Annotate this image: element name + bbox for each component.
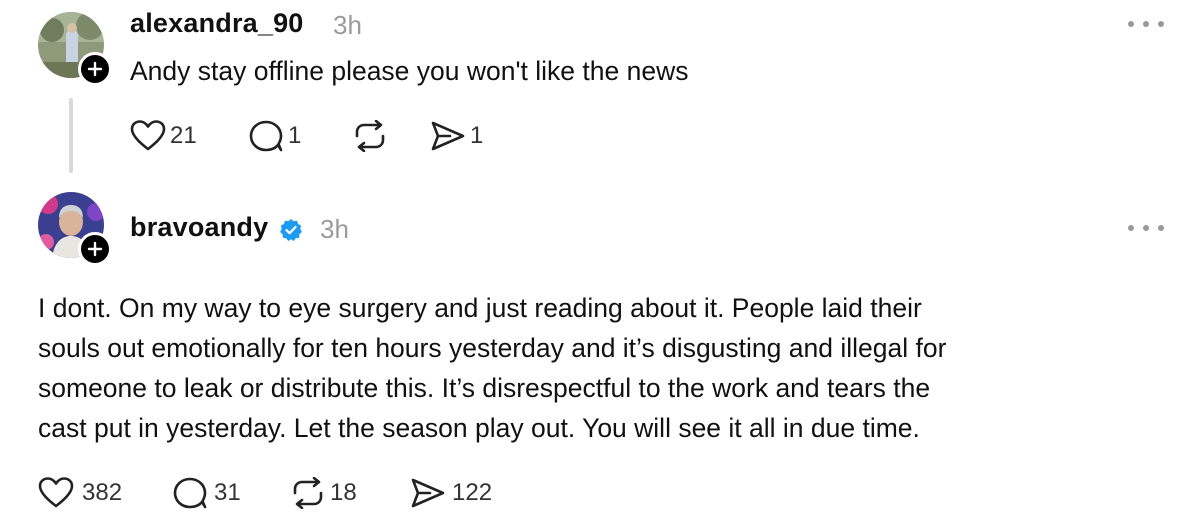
share-count: 122 <box>452 479 493 506</box>
avatar-wrap[interactable] <box>38 12 112 86</box>
repost-button[interactable]: 18 <box>290 477 357 509</box>
repost-button[interactable] <box>352 120 388 152</box>
send-icon <box>431 121 465 151</box>
follow-button[interactable] <box>78 52 112 86</box>
post-text-line: cast put in yesterday. Let the season pl… <box>38 413 920 443</box>
more-dot <box>1158 225 1164 231</box>
timestamp[interactable]: 3h <box>320 214 349 245</box>
more-dot <box>1143 225 1149 231</box>
share-button[interactable]: 1 <box>430 120 483 152</box>
more-options-button[interactable] <box>1128 222 1164 234</box>
main-post: bravoandy 3h I dont. On my way to eye su… <box>0 180 1200 524</box>
username[interactable]: alexandra_90 <box>130 8 304 39</box>
post-text-line: souls out emotionally for ten hours yest… <box>38 333 947 363</box>
repost-icon <box>355 120 385 152</box>
follow-button[interactable] <box>78 232 112 266</box>
like-button[interactable]: 21 <box>130 120 197 152</box>
like-count: 21 <box>170 122 197 149</box>
verified-badge-icon <box>280 219 302 241</box>
share-button[interactable]: 122 <box>410 477 492 509</box>
heart-icon <box>38 477 74 508</box>
more-dot <box>1158 21 1164 27</box>
post-text: Andy stay offline please you won't like … <box>130 56 689 86</box>
reply-button[interactable]: 31 <box>172 476 241 510</box>
thread-line <box>69 98 73 173</box>
plus-icon <box>87 241 103 257</box>
repost-icon <box>293 477 323 509</box>
send-icon <box>411 478 445 508</box>
more-options-button[interactable] <box>1128 18 1164 30</box>
more-dot <box>1143 21 1149 27</box>
like-count: 382 <box>82 479 123 506</box>
plus-icon <box>87 61 103 77</box>
repost-count: 18 <box>330 479 357 506</box>
more-dot <box>1128 225 1134 231</box>
reply-button[interactable]: 1 <box>248 119 301 153</box>
reply-count: 1 <box>288 122 302 149</box>
timestamp[interactable]: 3h <box>333 10 362 41</box>
reply-count: 31 <box>214 479 241 506</box>
reply-post: alexandra_90 3h Andy stay offline please… <box>0 0 1200 180</box>
share-count: 1 <box>470 122 484 149</box>
comment-icon <box>173 477 207 509</box>
more-dot <box>1128 21 1134 27</box>
like-button[interactable]: 382 <box>38 477 122 509</box>
username[interactable]: bravoandy <box>130 212 268 243</box>
post-text-line: someone to leak or distribute this. It’s… <box>38 373 931 403</box>
comment-icon <box>249 120 283 152</box>
post-text-line: I dont. On my way to eye surgery and jus… <box>38 293 922 323</box>
avatar-wrap[interactable] <box>38 192 112 266</box>
heart-icon <box>130 120 166 151</box>
